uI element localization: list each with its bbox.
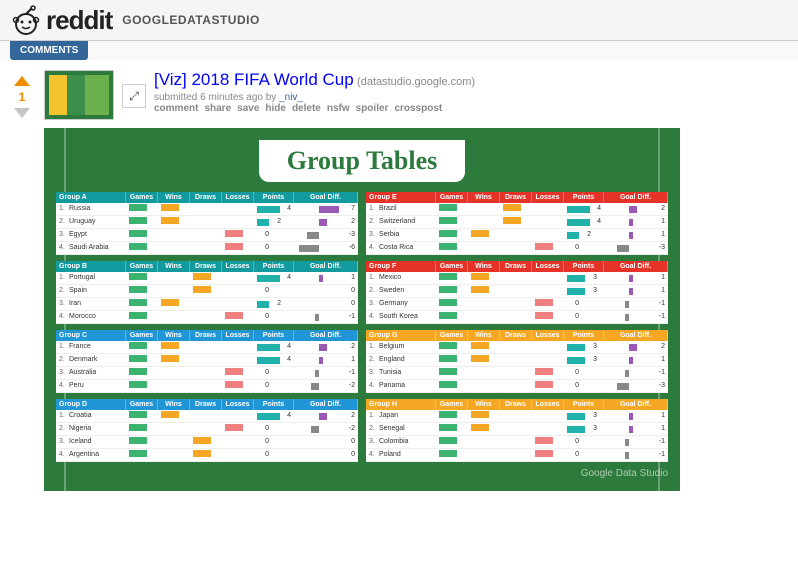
- table-row: 1.Japan31: [366, 410, 668, 423]
- table-row: 2.Senegal31: [366, 423, 668, 436]
- vote-column: 1: [0, 70, 44, 491]
- group-box: Group AGamesWinsDrawsLossesPointsGoal Di…: [56, 192, 358, 255]
- tagline: submitted 6 minutes ago by _niv_: [154, 92, 788, 103]
- logo-text: reddit: [46, 5, 112, 36]
- action-comment[interactable]: comment: [154, 103, 198, 114]
- table-row: 1.Belgium32: [366, 341, 668, 354]
- group-box: Group CGamesWinsDrawsLossesPointsGoal Di…: [56, 330, 358, 393]
- table-row: 3.Tunisia0-1: [366, 367, 668, 380]
- group-box: Group EGamesWinsDrawsLossesPointsGoal Di…: [366, 192, 668, 255]
- reddit-alien-icon: [10, 4, 42, 36]
- groups-right: Group EGamesWinsDrawsLossesPointsGoal Di…: [366, 192, 668, 462]
- table-row: 1.Mexico31: [366, 272, 668, 285]
- post-title[interactable]: [Viz] 2018 FIFA World Cup: [154, 70, 354, 89]
- table-row: 2.Switzerland41: [366, 216, 668, 229]
- table-row: 2.Nigeria0-2: [56, 423, 358, 436]
- post-thumbnail[interactable]: [44, 70, 114, 120]
- group-box: Group BGamesWinsDrawsLossesPointsGoal Di…: [56, 261, 358, 324]
- table-row: 4.Morocco0-1: [56, 311, 358, 324]
- table-row: 1.Brazil42: [366, 203, 668, 216]
- action-share[interactable]: share: [204, 103, 231, 114]
- table-row: 4.Poland0-1: [366, 449, 668, 462]
- action-crosspost[interactable]: crosspost: [394, 103, 442, 114]
- table-row: 2.Denmark41: [56, 354, 358, 367]
- post-domain[interactable]: (datastudio.google.com): [357, 76, 475, 88]
- table-row: 3.Iceland00: [56, 436, 358, 449]
- table-row: 1.France42: [56, 341, 358, 354]
- table-row: 1.Russia47: [56, 203, 358, 216]
- subreddit-name[interactable]: GoogleDataStudio: [122, 13, 260, 27]
- action-hide[interactable]: hide: [265, 103, 286, 114]
- table-row: 2.England31: [366, 354, 668, 367]
- table-row: 1.Portugal41: [56, 272, 358, 285]
- table-row: 2.Sweden31: [366, 285, 668, 298]
- table-row: 3.Australia0-1: [56, 367, 358, 380]
- table-row: 3.Egypt0-3: [56, 229, 358, 242]
- group-box: Group HGamesWinsDrawsLossesPointsGoal Di…: [366, 399, 668, 462]
- post-actions: comment share save hide delete nsfw spoiler cro…: [154, 103, 788, 114]
- table-row: 3.Colombia0-1: [366, 436, 668, 449]
- action-nsfw[interactable]: nsfw: [327, 103, 350, 114]
- table-row: 1.Croatia42: [56, 410, 358, 423]
- table-row: 4.Panama0-3: [366, 380, 668, 393]
- action-save[interactable]: save: [237, 103, 259, 114]
- author-link[interactable]: _niv_: [279, 92, 303, 103]
- table-row: 2.Spain00: [56, 285, 358, 298]
- downvote-arrow[interactable]: [14, 108, 30, 118]
- upvote-arrow[interactable]: [14, 76, 30, 86]
- group-box: Group GGamesWinsDrawsLossesPointsGoal Di…: [366, 330, 668, 393]
- vote-score: 1: [0, 90, 44, 104]
- tab-comments[interactable]: COMMENTS: [10, 41, 88, 60]
- table-row: 4.Argentina00: [56, 449, 358, 462]
- action-delete[interactable]: delete: [292, 103, 321, 114]
- image-title: Group Tables: [259, 140, 466, 182]
- table-row: 3.Germany0-1: [366, 298, 668, 311]
- groups-left: Group AGamesWinsDrawsLossesPointsGoal Di…: [56, 192, 358, 462]
- expand-button[interactable]: ⤢: [122, 84, 146, 108]
- logo[interactable]: reddit: [10, 4, 112, 36]
- watermark: Google Data Studio: [56, 468, 668, 479]
- table-row: 4.South Korea0-1: [366, 311, 668, 324]
- table-row: 3.Iran20: [56, 298, 358, 311]
- expanded-image: Group Tables Group AGamesWinsDrawsLosses…: [44, 128, 788, 491]
- table-row: 4.Costa Rica0-3: [366, 242, 668, 255]
- table-row: 2.Uruguay22: [56, 216, 358, 229]
- group-box: Group DGamesWinsDrawsLossesPointsGoal Di…: [56, 399, 358, 462]
- table-row: 3.Serbia21: [366, 229, 668, 242]
- tab-bar: COMMENTS: [0, 41, 798, 60]
- action-spoiler[interactable]: spoiler: [356, 103, 389, 114]
- site-header: reddit GoogleDataStudio: [0, 0, 798, 41]
- group-box: Group FGamesWinsDrawsLossesPointsGoal Di…: [366, 261, 668, 324]
- table-row: 4.Saudi Arabia0-6: [56, 242, 358, 255]
- table-row: 4.Peru0-2: [56, 380, 358, 393]
